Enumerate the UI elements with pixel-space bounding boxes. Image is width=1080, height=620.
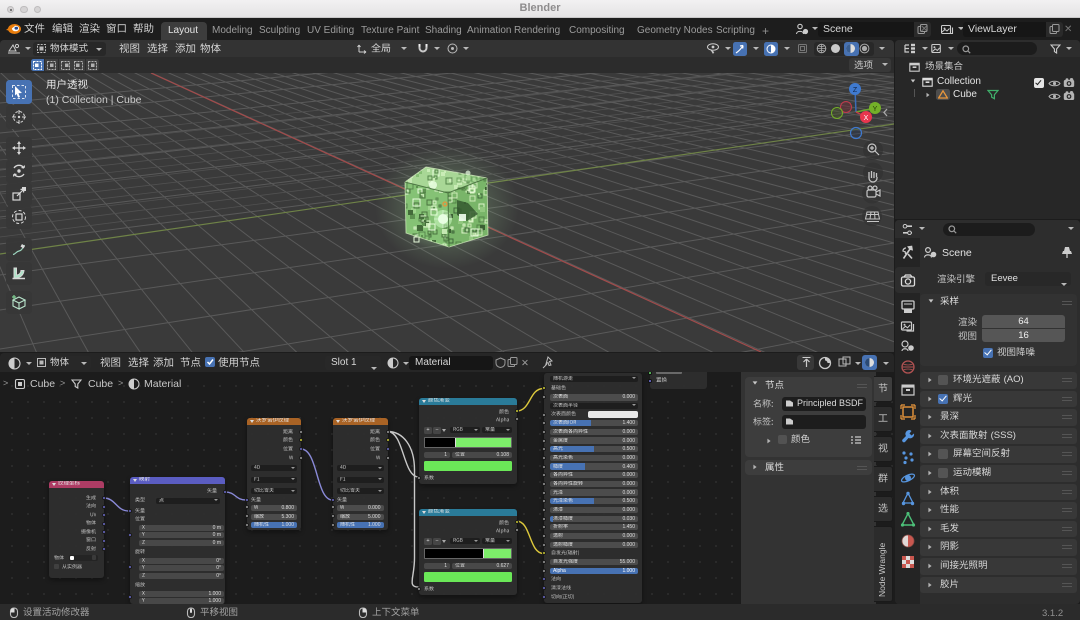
svg-text:Y: Y [873,106,878,113]
svg-text:Z: Z [853,87,858,94]
svg-text:X: X [864,115,869,122]
